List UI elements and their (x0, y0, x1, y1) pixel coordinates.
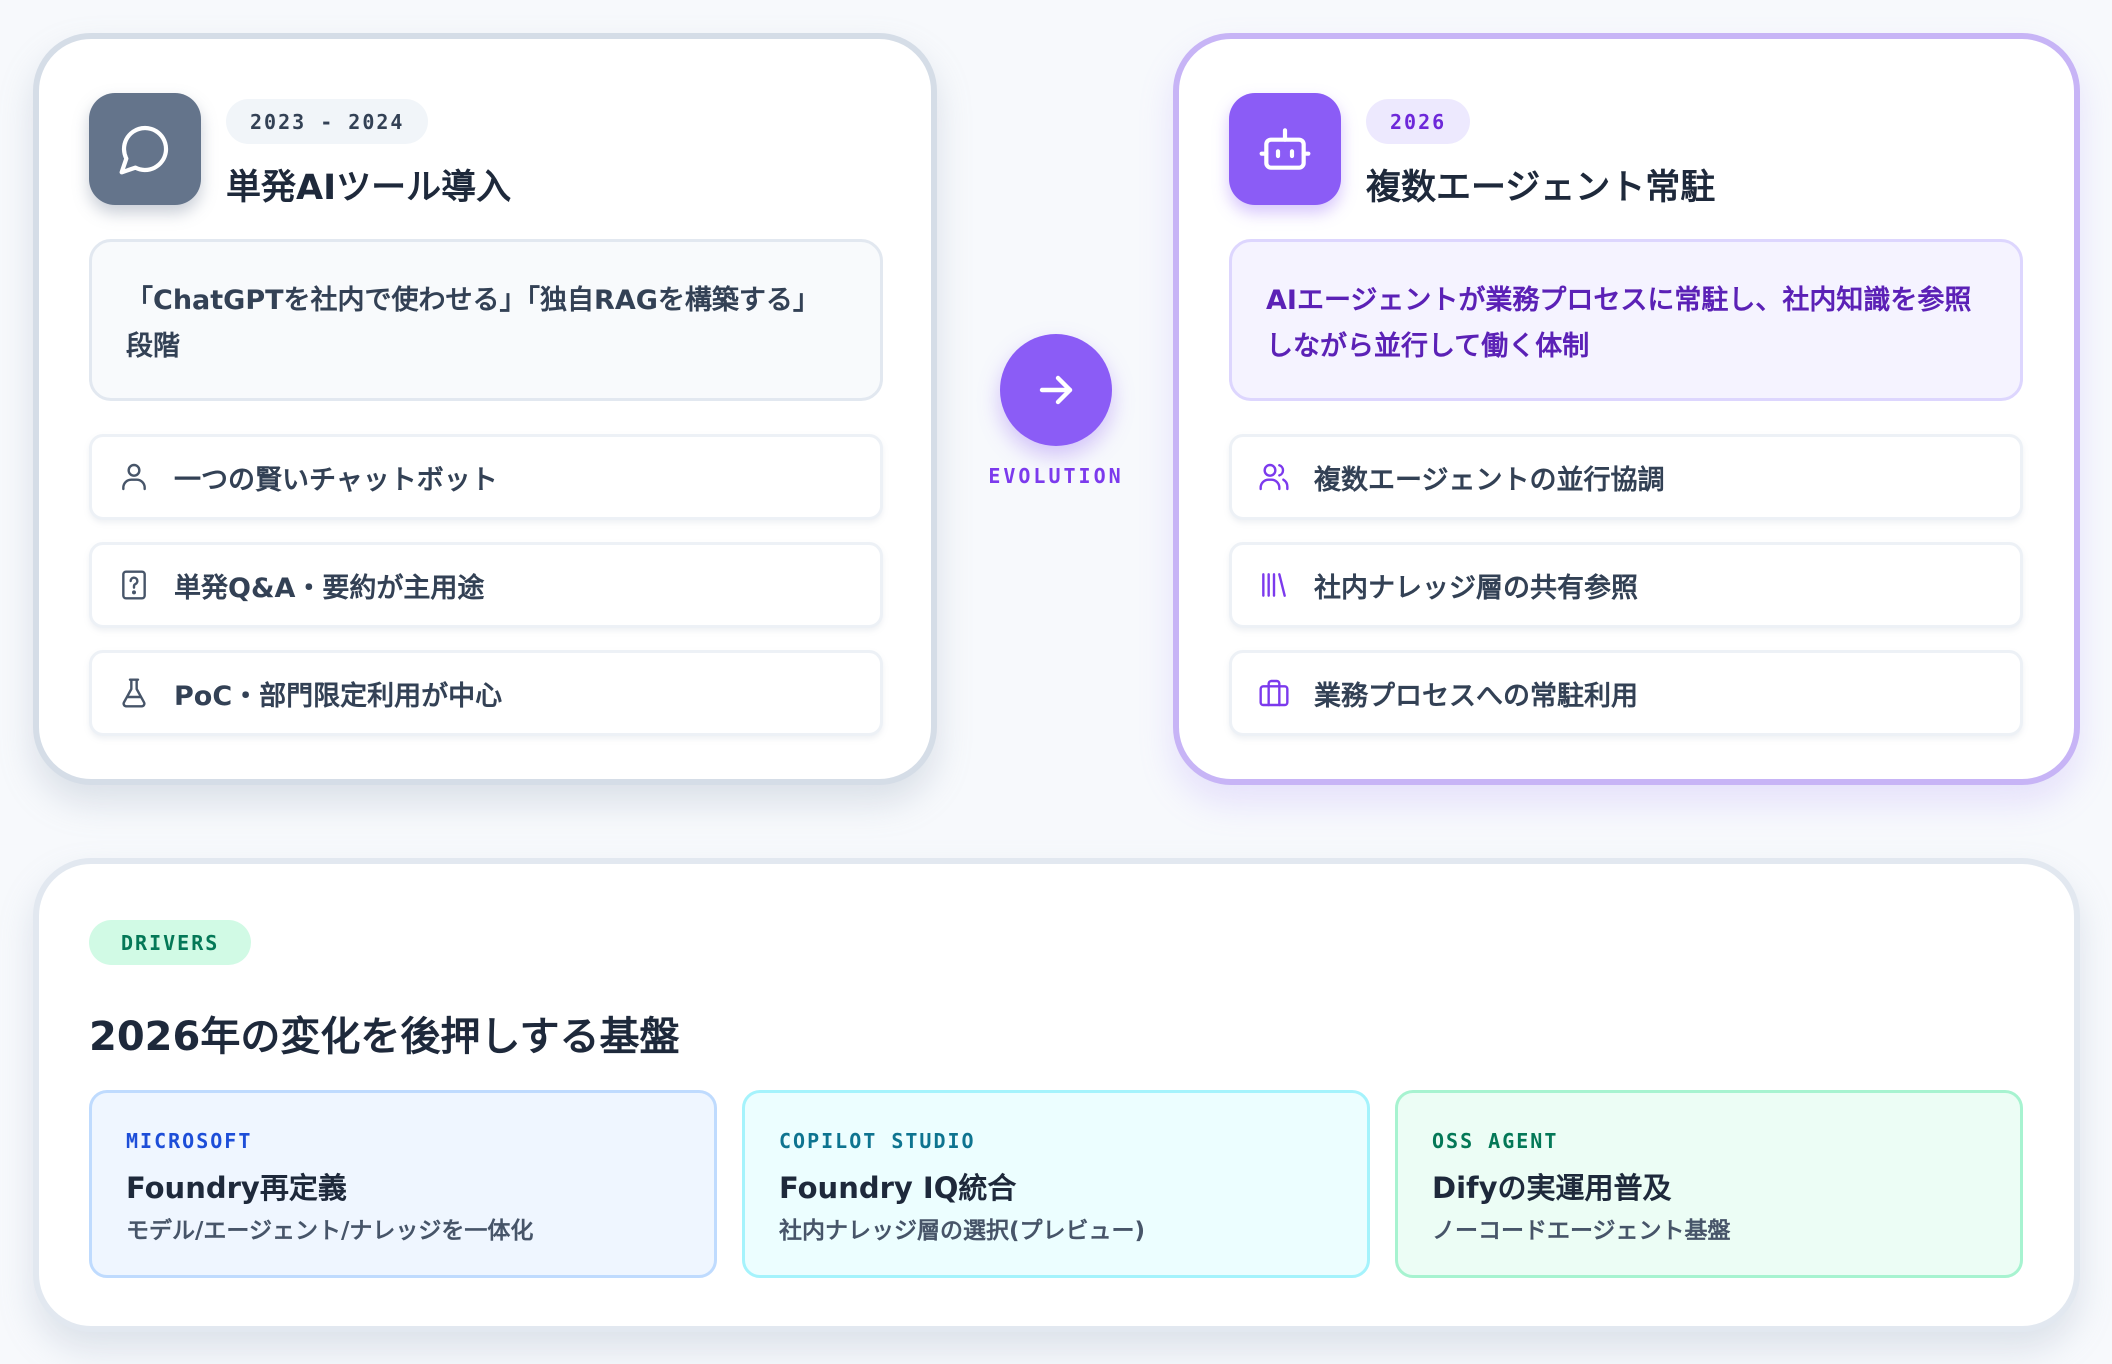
feature-label: 単発Q&A・要約が主用途 (174, 572, 485, 604)
driver-tag: COPILOT STUDIO (779, 1129, 976, 1153)
driver-subtitle: ノーコードエージェント基盤 (1432, 1218, 1731, 1244)
drivers-card: DRIVERS 2026年の変化を後押しする基盤 MICROSOFT Found… (33, 858, 2080, 1332)
user-icon (118, 461, 150, 493)
stage-title: 単発AIツール導入 (226, 168, 512, 208)
after-stage-card: 2026 複数エージェント常駐 AIエージェントが業務プロセスに常駐し、社内知識… (1173, 33, 2080, 785)
feature-label: 社内ナレッジ層の共有参照 (1314, 572, 1638, 604)
stage-description: AIエージェントが業務プロセスに常駐し、社内知識を参照しながら並行して働く体制 (1229, 239, 2023, 401)
feature-item: 複数エージェントの並行協調 (1229, 434, 2023, 520)
before-stage-card: 2023 - 2024 単発AIツール導入 「ChatGPTを社内で使わせる」「… (33, 33, 937, 785)
driver-card-oss-agent: OSS AGENT Difyの実運用普及 ノーコードエージェント基盤 (1395, 1090, 2023, 1278)
flask-icon (118, 677, 150, 709)
driver-name: Difyの実運用普及 (1432, 1171, 1672, 1205)
users-icon (1258, 461, 1290, 493)
stage-title: 複数エージェント常駐 (1366, 168, 1716, 208)
driver-subtitle: 社内ナレッジ層の選択(プレビュー) (779, 1218, 1146, 1244)
chat-bubble-icon (89, 93, 201, 205)
driver-tag: OSS AGENT (1432, 1129, 1559, 1153)
feature-item: PoC・部門限定利用が中心 (89, 650, 883, 736)
driver-card-copilot-studio: COPILOT STUDIO Foundry IQ統合 社内ナレッジ層の選択(プ… (742, 1090, 1370, 1278)
evolution-label: EVOLUTION (988, 464, 1124, 488)
driver-name: Foundry再定義 (126, 1171, 347, 1205)
driver-card-microsoft: MICROSOFT Foundry再定義 モデル/エージェント/ナレッジを一体化 (89, 1090, 717, 1278)
feature-item: 社内ナレッジ層の共有参照 (1229, 542, 2023, 628)
feature-label: 複数エージェントの並行協調 (1314, 464, 1665, 496)
feature-label: 業務プロセスへの常駐利用 (1314, 680, 1638, 712)
driver-name: Foundry IQ統合 (779, 1171, 1017, 1205)
drivers-title: 2026年の変化を後押しする基盤 (89, 1014, 680, 1060)
stage-description: 「ChatGPTを社内で使わせる」「独自RAGを構築する」段階 (89, 239, 883, 401)
question-file-icon (118, 569, 150, 601)
driver-subtitle: モデル/エージェント/ナレッジを一体化 (126, 1218, 534, 1244)
bot-icon (1229, 93, 1341, 205)
library-icon (1258, 569, 1290, 601)
drivers-badge: DRIVERS (89, 920, 252, 965)
briefcase-icon (1258, 677, 1290, 709)
feature-label: PoC・部門限定利用が中心 (174, 680, 503, 712)
feature-item: 業務プロセスへの常駐利用 (1229, 650, 2023, 736)
year-badge: 2023 - 2024 (226, 99, 429, 144)
feature-item: 一つの賢いチャットボット (89, 434, 883, 520)
year-badge: 2026 (1366, 99, 1471, 144)
driver-tag: MICROSOFT (126, 1129, 253, 1153)
feature-label: 一つの賢いチャットボット (174, 464, 498, 496)
arrow-right-icon (1000, 334, 1112, 446)
feature-item: 単発Q&A・要約が主用途 (89, 542, 883, 628)
